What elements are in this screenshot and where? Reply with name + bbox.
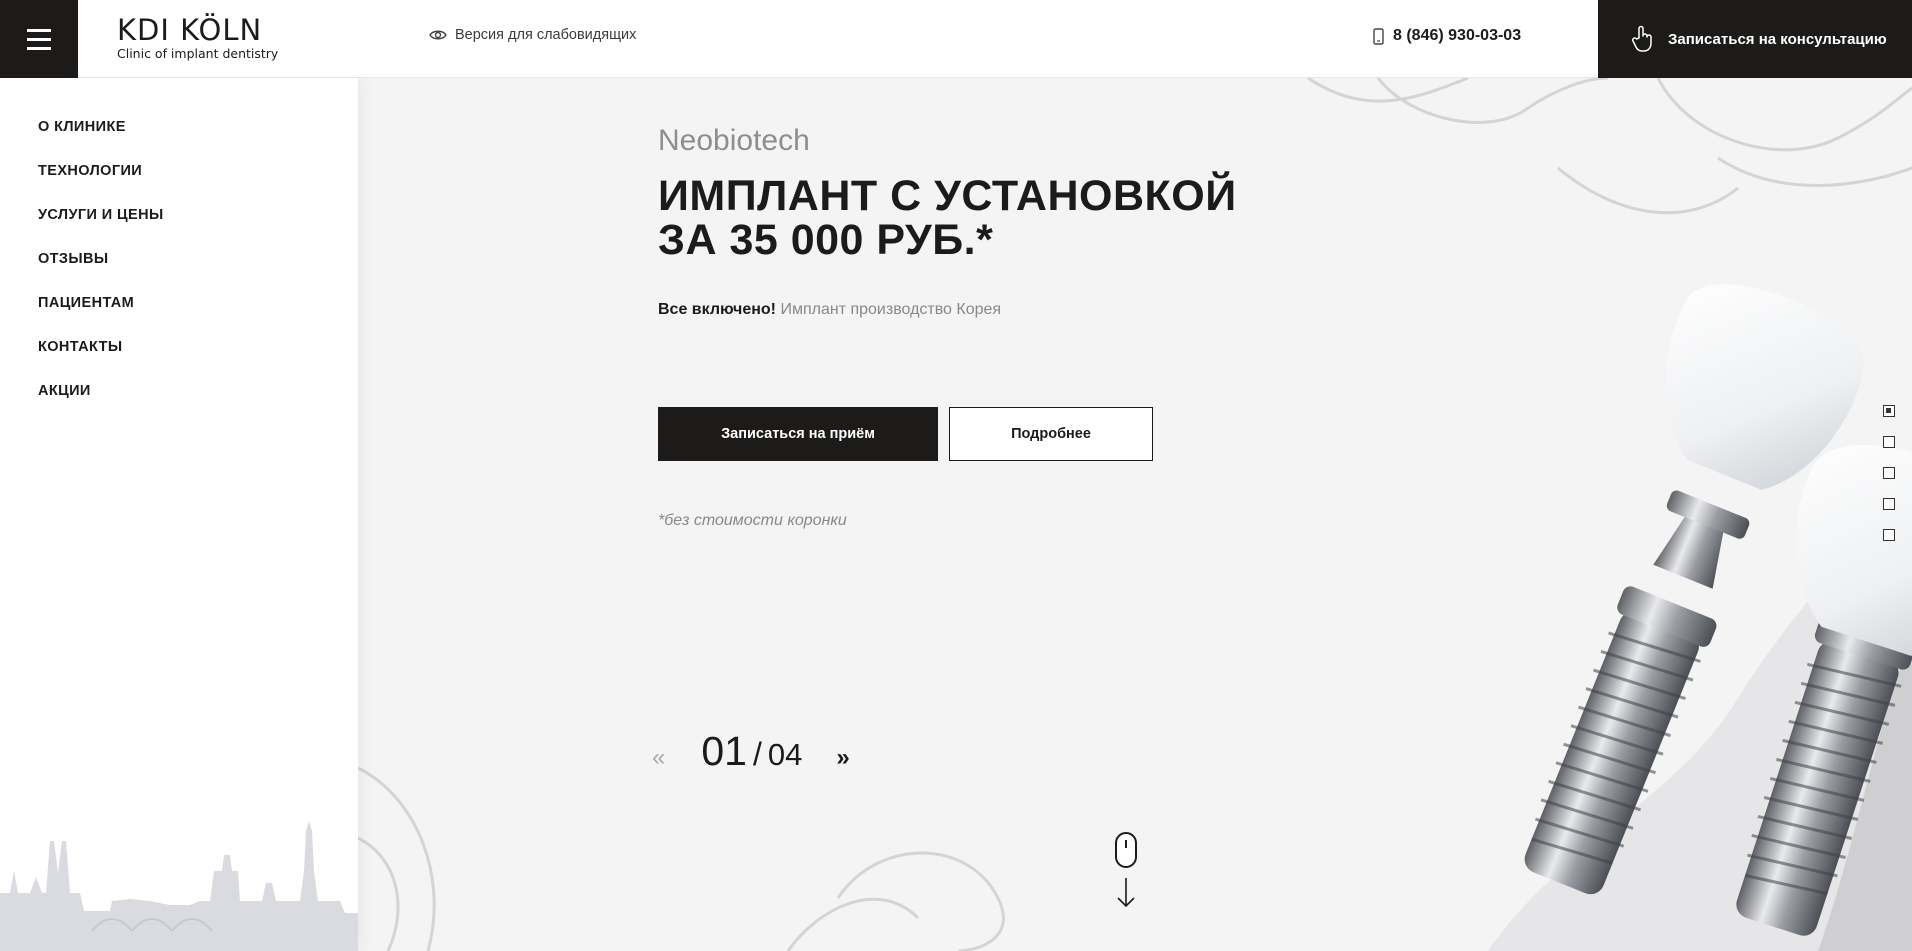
hamburger-menu-button[interactable]: [0, 0, 78, 78]
included-bold: Все включено!: [658, 301, 777, 318]
hand-pointer-icon: [1632, 25, 1652, 52]
hero-headline-line-2: ЗА 35 000 РУБ.*: [658, 216, 994, 264]
cologne-skyline-illustration: [0, 821, 358, 951]
main-menu: О КЛИНИКЕ ТЕХНОЛОГИИ УСЛУГИ И ЦЕНЫ ОТЗЫВ…: [0, 78, 358, 426]
hero-headline: ИМПЛАНТ С УСТАНОВКОЙ ЗА 35 000 РУБ.*: [658, 174, 1278, 262]
slider-dots: [1883, 405, 1895, 541]
dental-implants-illustration: [1524, 284, 1912, 936]
arrow-down-icon: [1117, 878, 1135, 908]
mouse-icon: [1115, 832, 1137, 868]
slider-dot-3[interactable]: [1883, 467, 1895, 479]
sidebar: О КЛИНИКЕ ТЕХНОЛОГИИ УСЛУГИ И ЦЕНЫ ОТЗЫВ…: [0, 78, 358, 951]
menu-item-reviews[interactable]: ОТЗЫВЫ: [38, 250, 358, 294]
logo[interactable]: KDI KÖLN Clinic of implant dentistry: [117, 14, 278, 62]
slider-dot-2[interactable]: [1883, 436, 1895, 448]
total-slides-number: 04: [767, 737, 803, 772]
price-footnote: *без стоимости коронки: [658, 512, 847, 529]
phone-icon: [1373, 27, 1384, 45]
current-slide-number: 01: [701, 728, 747, 774]
included-rest: Имплант производство Корея: [776, 301, 1002, 318]
site-header: KDI KÖLN Clinic of implant dentistry Вер…: [0, 0, 1912, 78]
prev-slide-arrow[interactable]: «: [652, 744, 665, 772]
low-vision-label: Версия для слабовидящих: [455, 27, 637, 43]
hamburger-icon-bar: [27, 46, 51, 50]
menu-item-contacts[interactable]: КОНТАКТЫ: [38, 338, 358, 382]
slider-dot-5[interactable]: [1883, 529, 1895, 541]
menu-item-patients[interactable]: ПАЦИЕНТАМ: [38, 294, 358, 338]
implant-brand: Neobiotech: [658, 124, 810, 157]
low-vision-link[interactable]: Версия для слабовидящих: [429, 27, 636, 43]
consultation-button[interactable]: Записаться на консультацию: [1598, 0, 1912, 78]
slide-pager: « 01 / 04 »: [652, 728, 850, 775]
hero-headline-line-1: ИМПЛАНТ С УСТАНОВКОЙ: [658, 172, 1237, 220]
phone-link[interactable]: 8 (846) 930-03-03: [1373, 27, 1521, 45]
hamburger-icon-bar: [27, 37, 51, 41]
phone-number: 8 (846) 930-03-03: [1393, 27, 1522, 44]
book-appointment-button[interactable]: Записаться на приём: [658, 407, 938, 461]
slider-dot-1[interactable]: [1883, 405, 1895, 417]
menu-item-services-prices[interactable]: УСЛУГИ И ЦЕНЫ: [38, 206, 358, 250]
slide-separator: /: [752, 736, 762, 772]
menu-item-technologies[interactable]: ТЕХНОЛОГИИ: [38, 162, 358, 206]
eye-icon: [429, 30, 447, 40]
menu-item-promotions[interactable]: АКЦИИ: [38, 382, 358, 426]
scroll-down-hint[interactable]: [1115, 832, 1137, 908]
hamburger-icon-bar: [27, 28, 51, 32]
menu-item-about[interactable]: О КЛИНИКЕ: [38, 118, 358, 162]
logo-subtitle: Clinic of implant dentistry: [117, 46, 279, 61]
next-slide-arrow[interactable]: »: [836, 744, 849, 772]
logo-title: KDI KÖLN: [117, 13, 263, 47]
consultation-button-label: Записаться на консультацию: [1668, 30, 1887, 48]
included-note: Все включено! Имплант производство Корея: [658, 301, 1001, 319]
slider-dot-4[interactable]: [1883, 498, 1895, 510]
more-details-button[interactable]: Подробнее: [949, 407, 1153, 461]
